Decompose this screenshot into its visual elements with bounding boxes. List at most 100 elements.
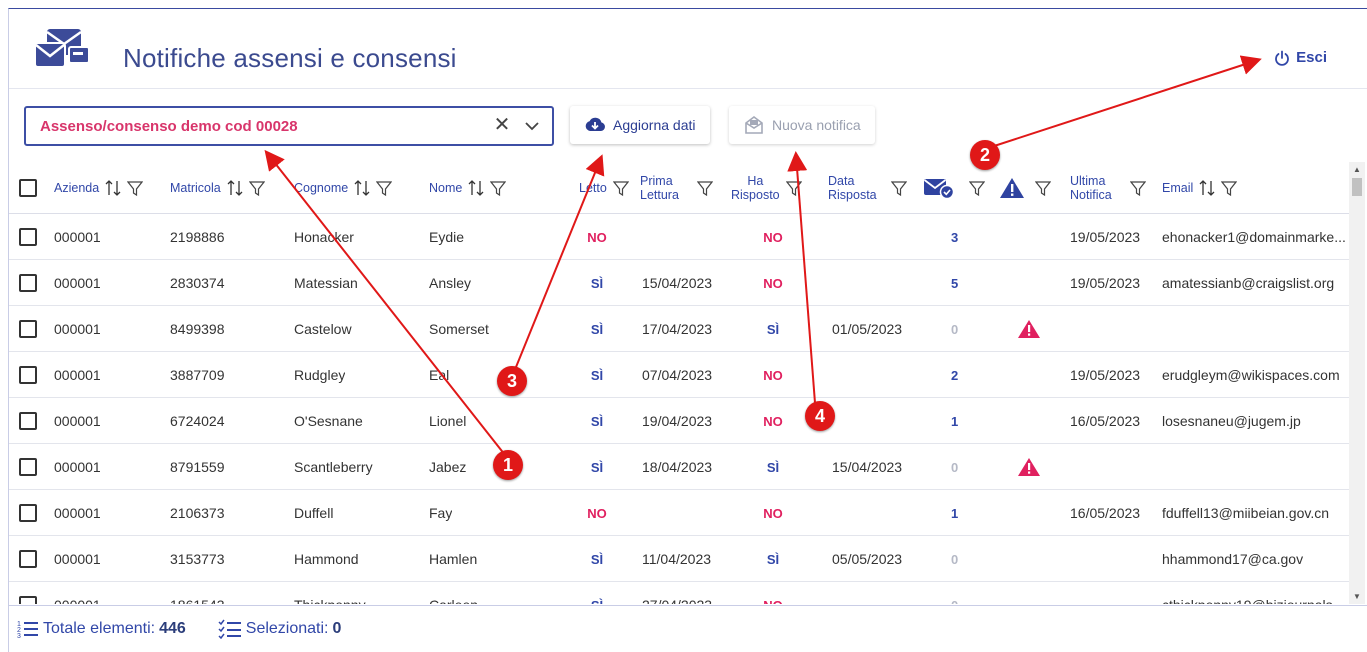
cell-ultima-value: 16/05/2023 [1070, 413, 1141, 429]
filter-icon[interactable] [1129, 180, 1146, 197]
filter-icon[interactable] [1035, 180, 1051, 197]
table-scrollbar[interactable]: ▲ ▼ [1349, 162, 1365, 604]
row-checkbox[interactable] [19, 412, 37, 430]
col-azienda[interactable]: Azienda [54, 162, 144, 214]
cell-matricola: 2106373 [170, 490, 225, 536]
sort-icon[interactable] [227, 179, 243, 197]
annotation-badge-1: 1 [493, 450, 523, 480]
col-nome[interactable]: Nome [429, 162, 507, 214]
warning-icon [1018, 458, 1040, 476]
cell-count: 1 [951, 490, 958, 536]
sort-icon[interactable] [468, 179, 484, 197]
refresh-data-button[interactable]: Aggiorna dati [570, 106, 710, 144]
col-ultima-notifica[interactable]: Ultima Notifica [1070, 162, 1146, 214]
table-row[interactable]: 000001 2198886 Honacker Eydie NO NO 3 19/05/202… [9, 214, 1349, 260]
cell-letto: SÌ [577, 582, 617, 605]
row-checkbox[interactable] [19, 596, 37, 604]
cell-prima: 18/04/2023 [642, 444, 712, 490]
col-letto[interactable]: Letto [579, 162, 629, 214]
filter-icon[interactable] [1221, 180, 1238, 197]
cell-email: ehonacker1@domainmarke... [1162, 214, 1349, 260]
cell-count: 3 [951, 214, 958, 260]
filter-icon[interactable] [612, 180, 629, 197]
cell-matricola: 1861543 [170, 582, 225, 604]
cell-letto-value: SÌ [590, 413, 604, 429]
cell-risposto: SÌ [753, 536, 793, 582]
select-all-checkbox[interactable] [19, 179, 37, 197]
cell-cognome-value: O'Sesnane [294, 413, 363, 429]
row-checkbox[interactable] [19, 366, 37, 384]
logout-label: Esci [1296, 49, 1327, 66]
cloud-download-icon [585, 117, 605, 131]
svg-text:3: 3 [17, 633, 21, 639]
cell-cognome-value: Rudgley [294, 367, 346, 383]
new-notification-button[interactable]: Nuova notifica [729, 106, 875, 144]
cell-ultima-value: 19/05/2023 [1070, 275, 1141, 291]
cell-count-value: 1 [951, 505, 959, 521]
power-icon [1275, 50, 1290, 66]
filter-icon[interactable] [969, 180, 985, 197]
col-prima-lettura[interactable]: Prima Lettura [640, 162, 713, 214]
cell-azienda: 000001 [54, 444, 101, 490]
filter-icon[interactable] [785, 180, 802, 197]
row-checkbox[interactable] [19, 550, 37, 568]
cell-nome-value: Lionel [429, 413, 467, 429]
row-checkbox[interactable] [19, 320, 37, 338]
table-row[interactable]: 000001 2830374 Matessian Ansley SÌ 15/04/2023… [9, 260, 1349, 306]
sort-icon[interactable] [105, 179, 121, 197]
sort-icon[interactable] [1199, 179, 1215, 197]
row-checkbox[interactable] [19, 228, 37, 246]
table-row[interactable]: 000001 3887709 Rudgley Eal SÌ 07/04/2023 NO 2 19… [9, 352, 1349, 398]
cell-risposto-value: NO [763, 598, 783, 605]
warning-icon [1018, 320, 1040, 338]
scroll-up-arrow-icon[interactable]: ▲ [1353, 165, 1361, 174]
cell-matricola-value: 1861543 [170, 597, 225, 604]
cell-email: amatessianb@craigslist.org [1162, 260, 1349, 306]
col-warning[interactable] [999, 162, 1051, 214]
cell-prima-value: 11/04/2023 [642, 551, 712, 567]
scroll-down-arrow-icon[interactable]: ▼ [1353, 592, 1361, 601]
cell-count: 0 [951, 306, 958, 352]
col-data-risposta[interactable]: Data Risposta [828, 162, 907, 214]
cell-email: erudgleym@wikispaces.com [1162, 352, 1349, 398]
cell-nome-value: Carleen [429, 597, 478, 604]
scrollbar-thumb[interactable] [1352, 178, 1362, 196]
cell-letto: NO [577, 490, 617, 536]
filter-icon[interactable] [127, 180, 144, 197]
table-row[interactable]: 000001 8791559 Scantleberry Jabez SÌ 18/04/20… [9, 444, 1349, 490]
row-checkbox[interactable] [19, 274, 37, 292]
col-notification-count[interactable] [923, 162, 985, 214]
filter-icon[interactable] [890, 180, 907, 197]
cell-cognome-value: Scantleberry [294, 459, 373, 475]
filter-icon[interactable] [696, 180, 713, 197]
filter-icon[interactable] [376, 180, 393, 197]
table-row[interactable]: 000001 6724024 O'Sesnane Lionel SÌ 19/04/2023… [9, 398, 1349, 444]
col-email[interactable]: Email [1162, 162, 1238, 214]
table-row[interactable]: 000001 8499398 Castelow Somerset SÌ 17/04/202… [9, 306, 1349, 352]
row-checkbox[interactable] [19, 504, 37, 522]
cell-ultima-value: 16/05/2023 [1070, 505, 1141, 521]
clear-icon[interactable]: ✕ [492, 115, 512, 136]
logout-button[interactable]: Esci [1274, 49, 1327, 66]
cell-matricola-value: 3153773 [170, 551, 225, 567]
cell-azienda-value: 000001 [54, 275, 101, 291]
cell-letto-value: SÌ [590, 321, 604, 337]
sort-icon[interactable] [354, 179, 370, 197]
col-matricola[interactable]: Matricola [170, 162, 265, 214]
table-row[interactable]: 000001 2106373 Duffell Fay NO NO 1 16/05/2023 fd… [9, 490, 1349, 536]
cell-matricola: 8791559 [170, 444, 225, 490]
consent-select[interactable]: Assenso/consenso demo cod 00028 ✕ [24, 106, 554, 146]
cell-ultima-value: 19/05/2023 [1070, 229, 1141, 245]
cell-azienda-value: 000001 [54, 229, 101, 245]
cell-risposto: SÌ [753, 306, 793, 352]
table-row[interactable]: 000001 3153773 Hammond Hamlen SÌ 11/04/2023 SÌ… [9, 536, 1349, 582]
filter-icon[interactable] [490, 180, 507, 197]
chevron-down-icon[interactable] [522, 116, 542, 136]
col-cognome[interactable]: Cognome [294, 162, 393, 214]
cell-cognome: Rudgley [294, 352, 345, 398]
table-row[interactable]: 000001 1861543 Thickpenny Carleen SÌ 27/04/20… [9, 582, 1349, 604]
col-ha-risposto[interactable]: Ha Risposto [731, 162, 802, 214]
filter-icon[interactable] [248, 180, 265, 197]
cell-data-risposta-value: 05/05/2023 [832, 551, 903, 567]
row-checkbox[interactable] [19, 458, 37, 476]
